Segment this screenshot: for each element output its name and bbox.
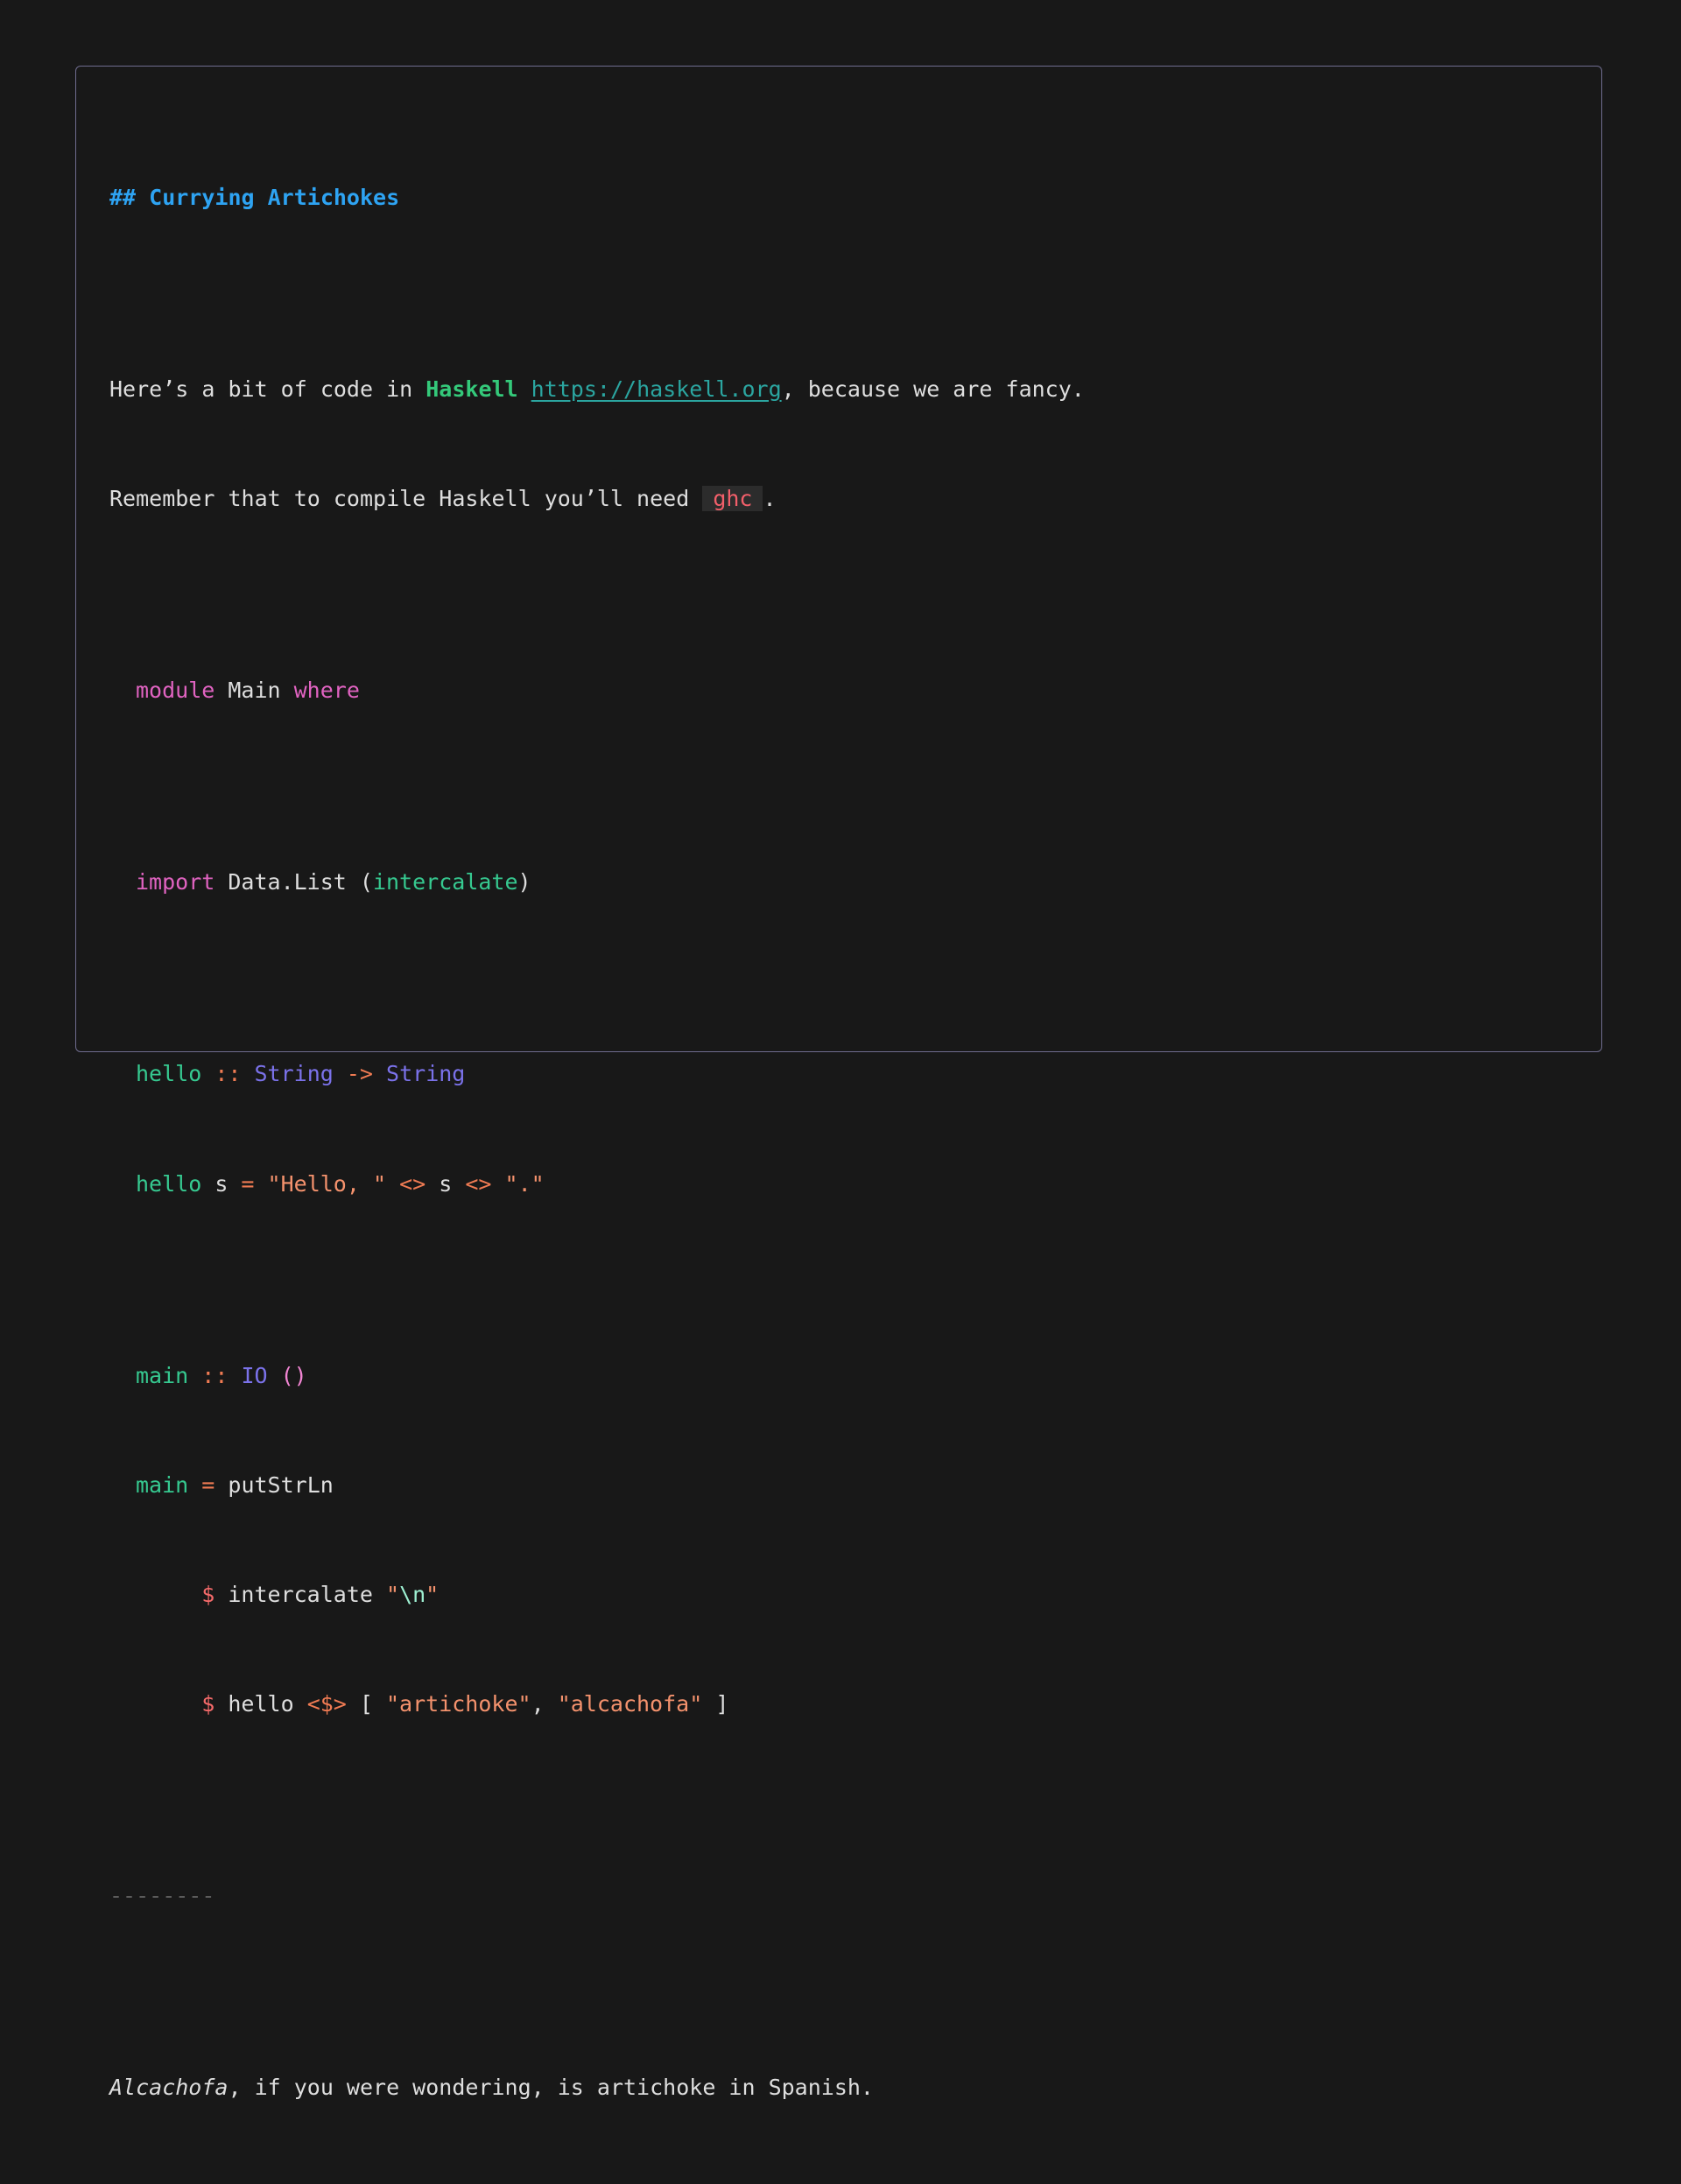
type-name: IO (241, 1362, 268, 1388)
code-text: s (201, 1170, 242, 1197)
keyword-module: module (136, 678, 215, 704)
function-name: main (136, 1362, 189, 1388)
intro-prefix: Here’s a bit of code in (109, 376, 426, 402)
string-literal: "Hello, " (267, 1170, 387, 1197)
haskell-link[interactable]: https://haskell.org (531, 376, 782, 402)
intro-line: Here’s a bit of code in Haskell https://… (109, 376, 1568, 403)
string-literal: "artichoke" (386, 1691, 531, 1717)
code-text: s (426, 1170, 466, 1197)
operator: $ (201, 1582, 215, 1608)
code-line-import: import Data.List (intercalate) (109, 868, 1568, 895)
haskell-bold: Haskell (426, 376, 518, 402)
section-heading: ## Currying Artichokes (109, 184, 400, 210)
inline-code-ghc: ghc (702, 486, 763, 512)
markdown-content: ## Currying Artichokes Here’s a bit of c… (109, 102, 1568, 2184)
code-line-hello-def: hello s = "Hello, " <> s <> "." (109, 1170, 1568, 1197)
type-name: String (254, 1061, 334, 1087)
italic-word: Alcachofa (109, 2075, 229, 2101)
markdown-preview-frame: ## Currying Artichokes Here’s a bit of c… (75, 66, 1602, 2100)
function-name: hello (136, 1061, 202, 1087)
code-line-intercalate: $ intercalate "\n" (109, 1581, 1568, 1608)
code-text: [ (346, 1691, 386, 1717)
code-text: hello (215, 1691, 307, 1717)
unit-parens: () (280, 1362, 307, 1388)
code-line-hello-map: $ hello <$> [ "artichoke", "alcachofa" ] (109, 1690, 1568, 1717)
code-text: ) (517, 869, 531, 895)
operator: <$> (306, 1691, 347, 1717)
operator: <> (465, 1170, 492, 1197)
string-literal: " (426, 1582, 440, 1608)
escape-sequence: \n (399, 1582, 426, 1608)
operator: = (241, 1170, 255, 1197)
intro-suffix: , because we are fancy. (781, 376, 1085, 402)
outro-rest: , if you were wondering, is artichoke in… (228, 2075, 874, 2101)
keyword-import: import (136, 869, 215, 895)
operator: <> (399, 1170, 426, 1197)
code-text: intercalate (215, 1582, 386, 1608)
intro2-line: Remember that to compile Haskell you’ll … (109, 485, 1568, 512)
operator: $ (201, 1691, 215, 1717)
string-literal: " (386, 1582, 400, 1608)
string-literal: "." (504, 1170, 545, 1197)
intro2-prefix: Remember that to compile Haskell you’ll … (109, 486, 703, 512)
heading-line: ## Currying Artichokes (109, 184, 1568, 211)
code-text: Data.List ( (215, 869, 373, 895)
operator: -> (346, 1061, 373, 1087)
code-text: putStrLn (215, 1471, 334, 1498)
operator: :: (215, 1061, 242, 1087)
keyword-where: where (293, 678, 360, 704)
horizontal-rule: -------- (109, 1883, 215, 1909)
type-name: String (386, 1061, 466, 1087)
code-text: ] (702, 1691, 729, 1717)
outro-line: Alcachofa, if you were wondering, is art… (109, 2074, 1568, 2101)
function-name: main (136, 1471, 189, 1498)
rule-line: -------- (109, 1882, 1568, 1909)
code-text: Main (215, 678, 294, 704)
code-text: , (531, 1691, 558, 1717)
code-line-hello-sig: hello :: String -> String (109, 1060, 1568, 1087)
code-line-module: module Main where (109, 677, 1568, 704)
function-name: hello (136, 1170, 202, 1197)
operator: = (201, 1471, 215, 1498)
intro2-suffix: . (763, 486, 777, 512)
string-literal: "alcachofa" (557, 1691, 703, 1717)
operator: :: (201, 1362, 229, 1388)
code-line-main-sig: main :: IO () (109, 1362, 1568, 1389)
function-name: intercalate (372, 869, 518, 895)
code-line-main-def: main = putStrLn (109, 1471, 1568, 1499)
